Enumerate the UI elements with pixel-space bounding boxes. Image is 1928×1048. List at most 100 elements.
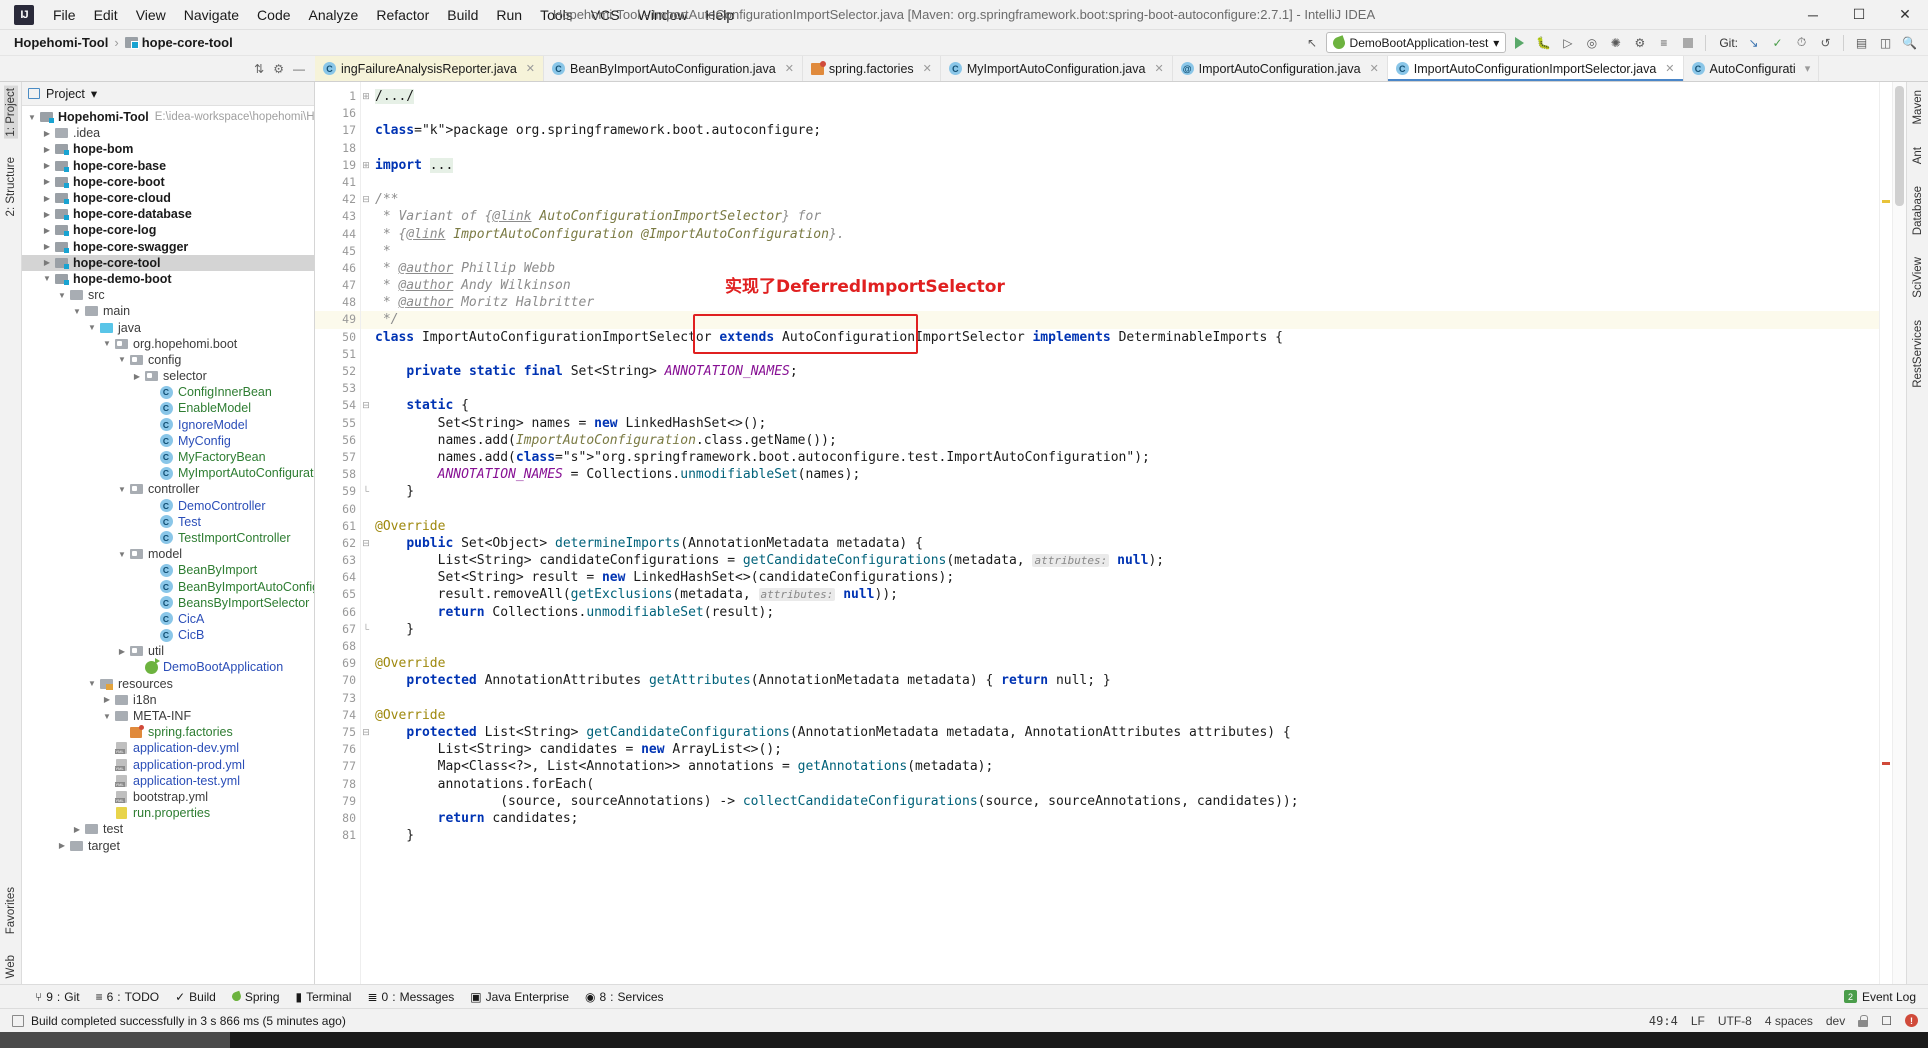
- code-line[interactable]: ANNOTATION_NAMES = Collections.unmodifia…: [375, 466, 1879, 483]
- menu-file[interactable]: File: [44, 3, 85, 27]
- code-line[interactable]: protected List<String> getCandidateConfi…: [375, 724, 1879, 741]
- tool-window-services[interactable]: ◉ 8: Services: [578, 988, 671, 1006]
- code-line[interactable]: *: [375, 243, 1879, 260]
- code-line[interactable]: /**: [375, 191, 1879, 208]
- lock-icon[interactable]: [1858, 1014, 1869, 1027]
- menu-build[interactable]: Build: [438, 3, 487, 27]
- menu-tools[interactable]: Tools: [531, 3, 582, 27]
- code-line[interactable]: annotations.forEach(: [375, 776, 1879, 793]
- history-icon[interactable]: ⏱: [1791, 32, 1812, 53]
- editor-scrollbar[interactable]: [1892, 82, 1906, 984]
- tool-window-todo[interactable]: ≡ 6: TODO: [89, 988, 167, 1006]
- error-stripe-marker[interactable]: [1879, 82, 1892, 984]
- tab-failure-analysis-reporter[interactable]: C ingFailureAnalysisReporter.java ✕: [315, 56, 544, 81]
- minimize-button[interactable]: ─: [1790, 1, 1836, 29]
- tree-node--idea[interactable]: .idea: [22, 125, 314, 141]
- code-line[interactable]: Map<Class<?>, List<Annotation>> annotati…: [375, 758, 1879, 775]
- code-line[interactable]: * @author Moritz Halbritter: [375, 294, 1879, 311]
- menu-code[interactable]: Code: [248, 3, 299, 27]
- fold-marker[interactable]: ⊟: [361, 191, 375, 208]
- chevron-down-icon[interactable]: ▾: [91, 86, 97, 101]
- code-line[interactable]: @Override: [375, 655, 1879, 672]
- expand-arrow-icon[interactable]: [41, 242, 53, 251]
- code-line[interactable]: (source, sourceAnnotations) -> collectCa…: [375, 793, 1879, 810]
- tab-import-autoconfiguration[interactable]: @ ImportAutoConfiguration.java ✕: [1173, 56, 1388, 81]
- code-line[interactable]: return Collections.unmodifiableSet(resul…: [375, 604, 1879, 621]
- tree-node-hopehomi-tool[interactable]: Hopehomi-Tool E:\idea-workspace\hopehomi\…: [22, 109, 314, 125]
- tool-window-git[interactable]: ⑂ 9: Git: [28, 988, 87, 1006]
- fold-marker[interactable]: ⊞: [361, 88, 375, 105]
- tree-node-java[interactable]: java: [22, 319, 314, 335]
- build-project-icon[interactable]: ⚙: [1629, 32, 1650, 53]
- expand-arrow-icon[interactable]: [41, 161, 53, 170]
- code-line[interactable]: private static final Set<String> ANNOTAT…: [375, 363, 1879, 380]
- sidebar-item-restservices[interactable]: RestServices: [1911, 318, 1925, 390]
- fold-marker[interactable]: ⊟: [361, 535, 375, 552]
- preview-icon[interactable]: ◫: [1875, 32, 1896, 53]
- menu-refactor[interactable]: Refactor: [367, 3, 438, 27]
- tab-close-icon[interactable]: ✕: [1665, 62, 1674, 75]
- tree-node-src[interactable]: src: [22, 287, 314, 303]
- collapse-arrow-icon[interactable]: [86, 323, 98, 332]
- breadcrumb-project[interactable]: Hopehomi-Tool: [14, 35, 108, 50]
- expand-arrow-icon[interactable]: [41, 226, 53, 235]
- code-line[interactable]: [375, 174, 1879, 191]
- code-line[interactable]: class ImportAutoConfigurationImportSelec…: [375, 329, 1879, 346]
- expand-arrow-icon[interactable]: [116, 647, 128, 656]
- collapse-arrow-icon[interactable]: [56, 291, 68, 300]
- tree-node-run-properties[interactable]: run.properties: [22, 805, 314, 821]
- close-button[interactable]: ✕: [1882, 1, 1928, 29]
- breadcrumb-module[interactable]: hope-core-tool: [124, 35, 233, 50]
- collapse-arrow-icon[interactable]: [116, 485, 128, 494]
- tree-node-config[interactable]: config: [22, 352, 314, 368]
- code-line[interactable]: class="k">package org.springframework.bo…: [375, 122, 1879, 139]
- expand-arrow-icon[interactable]: [41, 194, 53, 203]
- expand-arrow-icon[interactable]: [56, 841, 68, 850]
- code-line[interactable]: names.add(ImportAutoConfiguration.class.…: [375, 432, 1879, 449]
- project-tree[interactable]: Hopehomi-Tool E:\idea-workspace\hopehomi\…: [22, 106, 314, 984]
- tree-node-spring-factories[interactable]: spring.factories: [22, 724, 314, 740]
- code-line[interactable]: result.removeAll(getExclusions(metadata,…: [375, 586, 1879, 603]
- tree-node-hope-demo-boot[interactable]: hope-demo-boot: [22, 271, 314, 287]
- sidebar-item-sciview[interactable]: SciView: [1911, 255, 1925, 300]
- rerun-icon[interactable]: ≡: [1653, 32, 1674, 53]
- run-icon[interactable]: [1509, 32, 1530, 53]
- structure-icon[interactable]: ▤: [1851, 32, 1872, 53]
- tree-node-application-test-yml[interactable]: application-test.yml: [22, 773, 314, 789]
- git-branch[interactable]: dev: [1826, 1014, 1845, 1028]
- tool-window-java-enterprise[interactable]: ▣ Java Enterprise: [463, 988, 576, 1006]
- search-everywhere-icon[interactable]: 🔍: [1899, 32, 1920, 53]
- tree-node-org-hopehomi-boot[interactable]: org.hopehomi.boot: [22, 336, 314, 352]
- sidebar-item-database[interactable]: Database: [1911, 184, 1925, 237]
- inspection-icon[interactable]: ☐: [1881, 1014, 1892, 1028]
- caret-position[interactable]: 49:4: [1649, 1014, 1678, 1028]
- collapse-arrow-icon[interactable]: [41, 274, 53, 283]
- tree-node-target[interactable]: target: [22, 837, 314, 853]
- tab-close-icon[interactable]: ✕: [1370, 62, 1379, 75]
- fold-marker[interactable]: ⊟: [361, 724, 375, 741]
- tree-node-ignoremodel[interactable]: C IgnoreModel: [22, 417, 314, 433]
- update-project-icon[interactable]: ↘: [1743, 32, 1764, 53]
- code-line[interactable]: [375, 380, 1879, 397]
- sidebar-item-ant[interactable]: Ant: [1911, 145, 1925, 166]
- scrollbar-thumb[interactable]: [1895, 86, 1904, 206]
- code-line[interactable]: protected AnnotationAttributes getAttrib…: [375, 672, 1879, 689]
- collapse-all-icon[interactable]: ⇅: [254, 62, 264, 76]
- tab-autoconfiguration[interactable]: C AutoConfigurati ▾: [1684, 56, 1820, 81]
- code-line[interactable]: * Variant of {@link AutoConfigurationImp…: [375, 208, 1879, 225]
- profiler-icon[interactable]: ◎: [1581, 32, 1602, 53]
- tree-node-meta-inf[interactable]: META-INF: [22, 708, 314, 724]
- tool-window-spring[interactable]: Spring: [225, 988, 287, 1006]
- menu-navigate[interactable]: Navigate: [175, 3, 248, 27]
- sidebar-item-maven[interactable]: Maven: [1911, 88, 1925, 127]
- tree-node-myconfig[interactable]: C MyConfig: [22, 433, 314, 449]
- fold-marker[interactable]: └: [361, 483, 375, 500]
- code-line[interactable]: * {@link ImportAutoConfiguration @Import…: [375, 226, 1879, 243]
- tree-node-myimportautoconfiguration[interactable]: C MyImportAutoConfiguration: [22, 465, 314, 481]
- menu-help[interactable]: Help: [696, 3, 743, 27]
- tree-node-enablemodel[interactable]: C EnableModel: [22, 400, 314, 416]
- sidebar-item-project[interactable]: 1: Project: [3, 86, 18, 139]
- code-line[interactable]: }: [375, 621, 1879, 638]
- tree-node-hope-core-swagger[interactable]: hope-core-swagger: [22, 239, 314, 255]
- maximize-button[interactable]: ☐: [1836, 1, 1882, 29]
